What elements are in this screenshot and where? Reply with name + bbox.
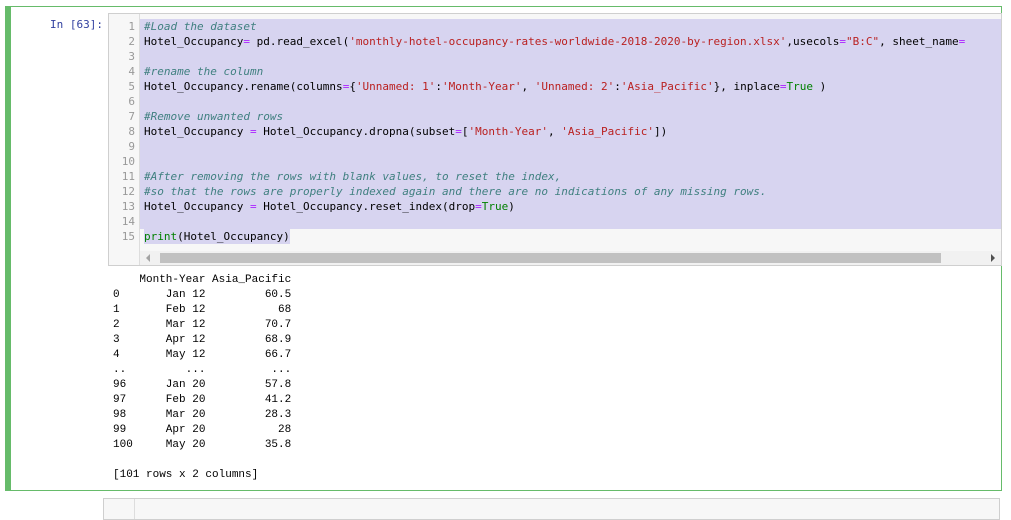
code-line[interactable]: 12 #so that the rows are properly indexed… xyxy=(109,184,1001,199)
line-number: 12 xyxy=(121,185,135,198)
code-line[interactable]: 13 Hotel_Occupancy = Hotel_Occupancy.rese… xyxy=(109,199,1001,214)
code-token: Hotel_Occupancy xyxy=(144,35,244,48)
code-token: 'Month-Year' xyxy=(442,80,522,93)
code-text: #After removing the rows with blank valu… xyxy=(144,169,1001,184)
cell-output: Month-Year Asia_Pacific 0 Jan 12 60.5 1 … xyxy=(113,274,292,481)
code-token: ,usecols xyxy=(786,35,840,48)
code-line[interactable]: 6 xyxy=(109,94,1001,109)
code-token: }, inplace xyxy=(713,80,780,93)
code-editor[interactable]: 1 #Load the dataset 2 Hotel_Occupancy= pd.r… xyxy=(108,13,1002,266)
code-token: 'Unnamed: 2' xyxy=(534,80,615,93)
code-token: "B:C" xyxy=(846,35,880,48)
code-line[interactable]: 15 print(Hotel_Occupancy) xyxy=(109,229,1001,244)
next-code-cell[interactable] xyxy=(103,498,1000,520)
line-number: 10 xyxy=(121,155,135,168)
code-token: #so that the rows are properly indexed a… xyxy=(144,185,767,198)
line-number: 2 xyxy=(128,35,135,48)
line-number: 14 xyxy=(121,215,135,228)
horizontal-scrollbar[interactable] xyxy=(140,251,1001,265)
code-token: Hotel_Occupancy.rename(columns xyxy=(144,80,343,93)
line-number: 5 xyxy=(128,80,135,93)
code-token: (Hotel_Occupancy) xyxy=(177,230,290,243)
code-line[interactable]: 3 xyxy=(109,49,1001,64)
code-token: = xyxy=(958,35,966,48)
code-token: pd.read_excel( xyxy=(249,35,350,48)
code-token: Hotel_Occupancy.reset_index(drop xyxy=(256,200,476,213)
code-text: #Remove unwanted rows xyxy=(144,109,1001,124)
code-token: #After removing the rows with blank valu… xyxy=(144,170,562,183)
code-token: #rename the column xyxy=(144,65,264,78)
code-token: ]) xyxy=(653,125,668,138)
code-lines[interactable]: 1 #Load the dataset 2 Hotel_Occupancy= pd.r… xyxy=(109,19,1001,244)
code-token: 'Month-Year' xyxy=(468,125,549,138)
code-line[interactable]: 9 xyxy=(109,139,1001,154)
code-token: = xyxy=(249,200,257,213)
code-token: #Load the dataset xyxy=(144,20,257,33)
scroll-right-icon[interactable] xyxy=(991,254,995,262)
line-number: 15 xyxy=(121,230,135,243)
line-number: 6 xyxy=(128,95,135,108)
line-number: 7 xyxy=(128,110,135,123)
code-token: = xyxy=(249,125,257,138)
line-number: 8 xyxy=(128,125,135,138)
code-token: Hotel_Occupancy.dropna(subset xyxy=(256,125,456,138)
code-text: Hotel_Occupancy= pd.read_excel('monthly-… xyxy=(144,34,1001,49)
code-token: = xyxy=(243,35,250,48)
code-token: ) xyxy=(812,80,827,93)
code-token: True xyxy=(481,200,509,213)
code-line[interactable]: 4 #rename the column xyxy=(109,64,1001,79)
code-cell[interactable]: In [63]: 1 #Load the dataset 2 Hotel_Occupa… xyxy=(5,6,1002,491)
code-token: ) xyxy=(508,200,515,213)
scrollbar-thumb[interactable] xyxy=(160,253,941,263)
line-number-gutter xyxy=(104,499,135,519)
code-text: #so that the rows are properly indexed a… xyxy=(144,184,1001,199)
input-prompt: In [63]: xyxy=(50,18,103,31)
code-token: #Remove unwanted rows xyxy=(144,110,284,123)
code-line[interactable]: 14 xyxy=(109,214,1001,229)
code-token: 'monthly-hotel-occupancy-rates-worldwide… xyxy=(349,35,787,48)
code-token: = xyxy=(475,200,482,213)
code-text: #Load the dataset xyxy=(144,19,1001,34)
code-token: 'Asia_Pacific' xyxy=(620,80,714,93)
code-token: , sheet_name xyxy=(879,35,959,48)
code-token: True xyxy=(786,80,813,93)
line-number: 4 xyxy=(128,65,135,78)
code-token: print xyxy=(144,230,178,243)
code-token: , xyxy=(521,80,535,93)
code-line[interactable]: 1 #Load the dataset xyxy=(109,19,1001,34)
line-number: 9 xyxy=(128,140,135,153)
code-text: #rename the column xyxy=(144,64,1001,79)
code-token: 'Asia_Pacific' xyxy=(561,125,654,138)
code-text: print(Hotel_Occupancy) xyxy=(144,229,290,244)
code-text: Hotel_Occupancy = Hotel_Occupancy.reset_… xyxy=(144,199,1001,214)
code-token: Hotel_Occupancy xyxy=(144,200,250,213)
code-text: Hotel_Occupancy = Hotel_Occupancy.dropna… xyxy=(144,124,1001,139)
code-token: Hotel_Occupancy xyxy=(144,125,250,138)
code-line[interactable]: 2 Hotel_Occupancy= pd.read_excel('monthly… xyxy=(109,34,1001,49)
line-number: 1 xyxy=(128,20,135,33)
code-line[interactable]: 7 #Remove unwanted rows xyxy=(109,109,1001,124)
code-token: { xyxy=(349,80,356,93)
code-token: 'Unnamed: 1' xyxy=(355,80,436,93)
line-number: 13 xyxy=(121,200,135,213)
code-token: , xyxy=(548,125,562,138)
code-token: = xyxy=(455,125,462,138)
code-line[interactable]: 5 Hotel_Occupancy.rename(columns={'Unname… xyxy=(109,79,1001,94)
line-number: 3 xyxy=(128,50,135,63)
code-line[interactable]: 10 xyxy=(109,154,1001,169)
code-token: [ xyxy=(461,125,469,138)
line-number: 11 xyxy=(121,170,135,183)
code-line[interactable]: 8 Hotel_Occupancy = Hotel_Occupancy.dropn… xyxy=(109,124,1001,139)
code-line[interactable]: 11 #After removing the rows with blank va… xyxy=(109,169,1001,184)
code-text: Hotel_Occupancy.rename(columns={'Unnamed… xyxy=(144,79,1001,94)
code-token: : xyxy=(614,80,621,93)
scroll-left-icon[interactable] xyxy=(146,254,150,262)
